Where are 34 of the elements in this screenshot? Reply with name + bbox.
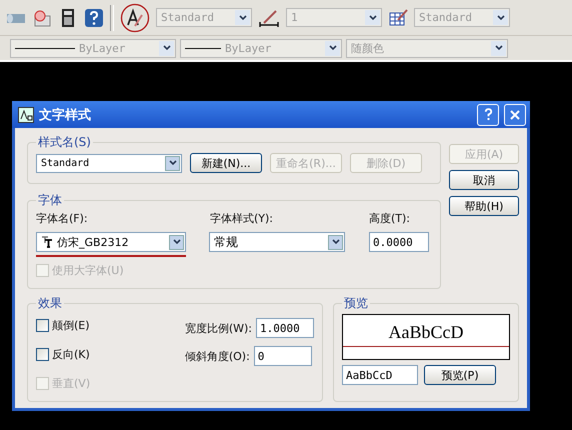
checkbox[interactable]: 颠倒(E) bbox=[36, 318, 90, 333]
width-factor-field[interactable]: 1.0000 bbox=[256, 318, 314, 338]
table-style-icon[interactable] bbox=[388, 8, 408, 28]
field-label: 字体样式(Y): bbox=[210, 211, 274, 226]
style-name-dropdown[interactable]: Standard bbox=[36, 154, 182, 172]
close-icon bbox=[510, 110, 520, 120]
field-label: 倾斜角度(O): bbox=[184, 348, 250, 364]
preview-text-field[interactable]: AaBbCcD bbox=[342, 365, 418, 385]
font-name-dropdown[interactable]: 仿宋_GB2312 bbox=[36, 232, 186, 252]
truetype-icon bbox=[41, 236, 53, 248]
group-label: 样式名(S) bbox=[37, 134, 92, 151]
oblique-angle-field[interactable]: 0 bbox=[254, 346, 312, 366]
dialog-button[interactable]: 新建(N)... bbox=[190, 153, 262, 173]
window-title: 文字样式 bbox=[39, 106, 92, 124]
dialog-button[interactable]: 取消 bbox=[449, 170, 519, 190]
preview-text: AaBbCcD bbox=[388, 323, 464, 344]
font-style-dropdown[interactable]: 常规 bbox=[209, 232, 345, 252]
help-icon[interactable] bbox=[84, 8, 104, 28]
text-style-icon[interactable] bbox=[120, 2, 150, 32]
app-icon bbox=[18, 106, 34, 122]
group-label: 效果 bbox=[37, 295, 63, 312]
dimension-style-icon[interactable] bbox=[258, 8, 280, 28]
group-label: 字体 bbox=[37, 192, 63, 209]
dialog-button[interactable]: 帮助(H) bbox=[449, 196, 519, 216]
field-label: 高度(T): bbox=[369, 211, 412, 226]
field-label: 字体名(F): bbox=[36, 211, 89, 226]
checkbox[interactable]: 反向(K) bbox=[36, 347, 90, 362]
help-icon bbox=[484, 108, 492, 121]
group-label: 预览 bbox=[343, 295, 369, 312]
field-label: 宽度比例(W): bbox=[184, 320, 252, 336]
help-button[interactable] bbox=[477, 104, 499, 126]
preview-button[interactable]: 预览(P) bbox=[424, 365, 496, 385]
height-field[interactable]: 0.0000 bbox=[369, 232, 429, 252]
close-button[interactable] bbox=[504, 104, 526, 126]
